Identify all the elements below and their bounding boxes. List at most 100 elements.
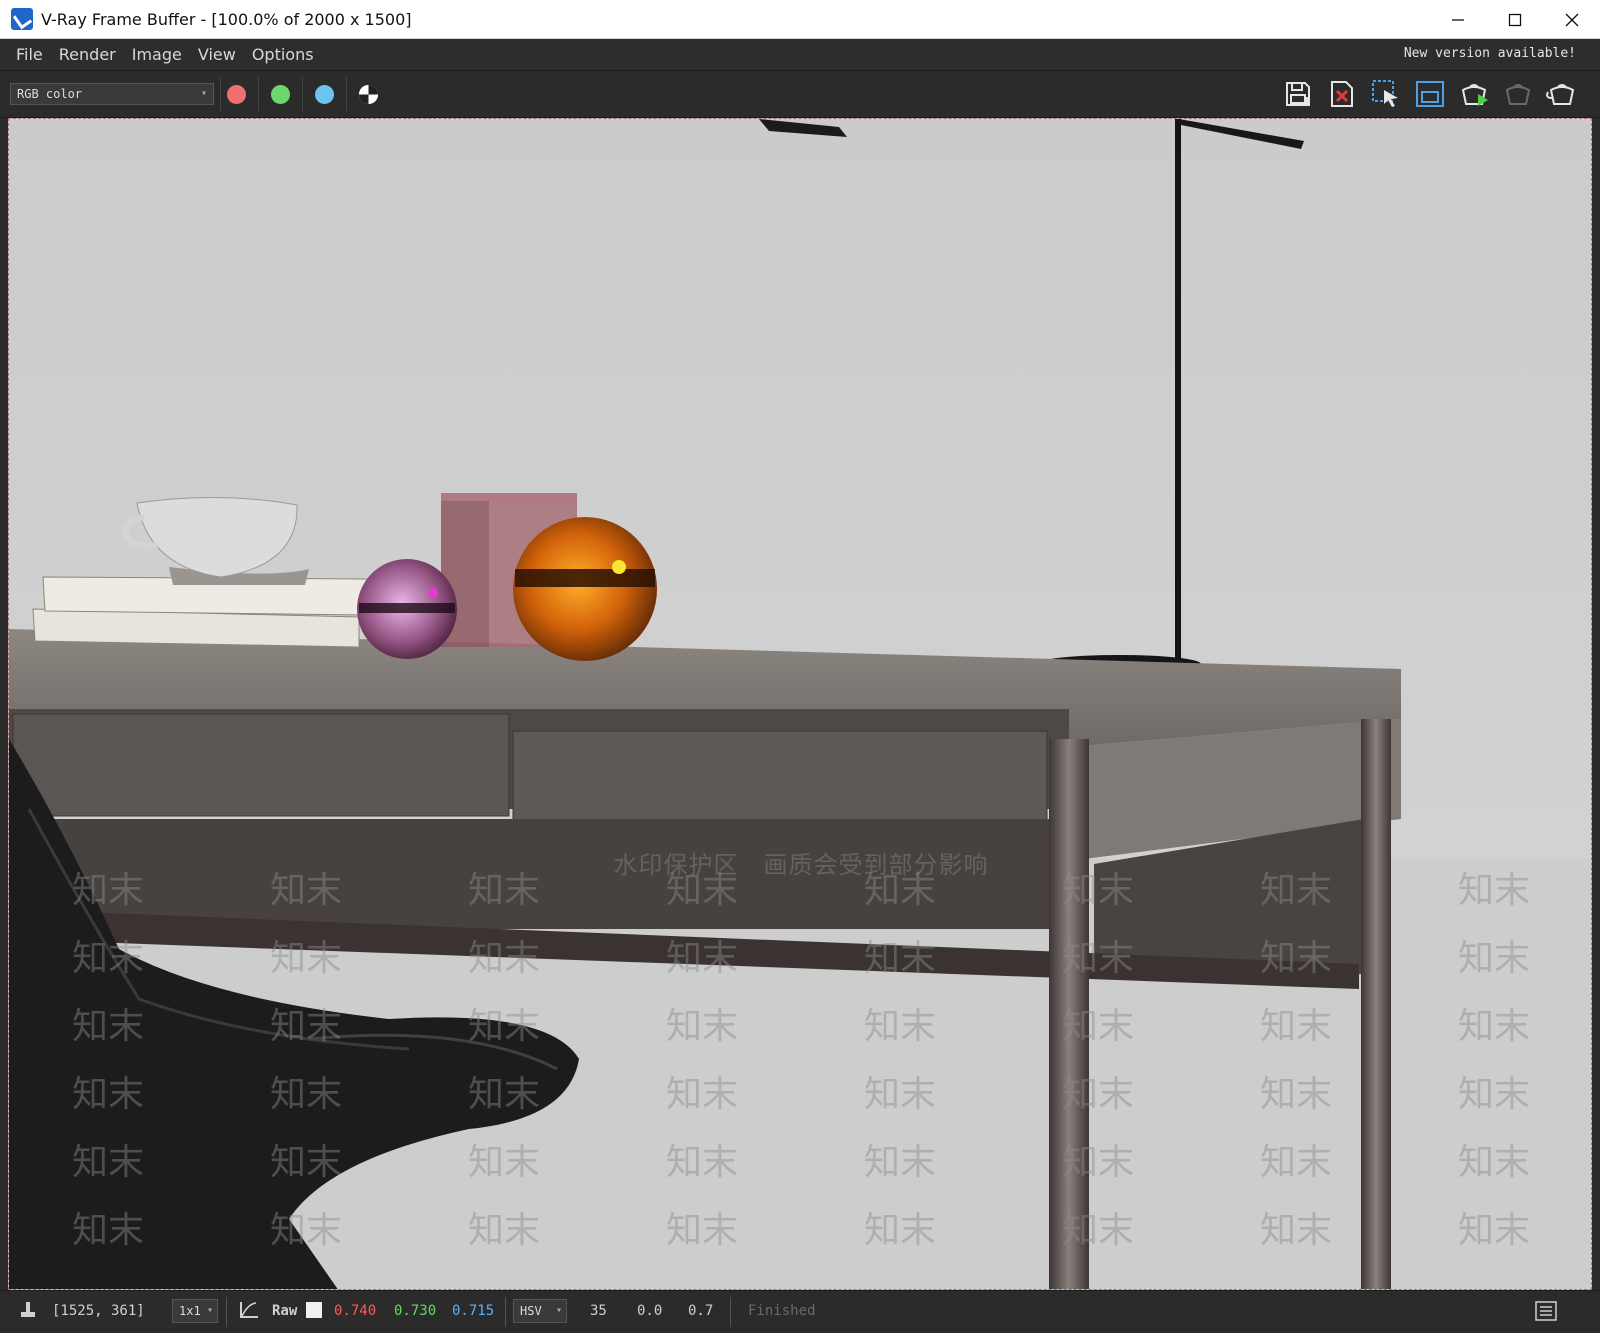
menu-bar: File Render Image View Options New versi…	[0, 39, 1600, 71]
watermark-text: 知末	[467, 938, 540, 979]
watermark-text: 知末	[1259, 1074, 1332, 1115]
watermark-text: 知末	[1457, 938, 1530, 979]
blue-value: 0.715	[452, 1303, 495, 1319]
chevron-down-icon: ▾	[555, 1305, 562, 1316]
watermark-text: 知末	[1259, 1210, 1332, 1251]
color-mode-label: Raw	[272, 1303, 298, 1319]
watermark-text: 知末	[1061, 938, 1134, 979]
watermark-text: 知末	[863, 1210, 936, 1251]
watermark-text: 知末	[1061, 870, 1134, 911]
watermark-text: 知末	[1457, 1074, 1530, 1115]
watermark-text: 知末	[863, 938, 936, 979]
watermark-text: 知末	[665, 938, 738, 979]
watermark-text: 知末	[71, 938, 144, 979]
watermark-text: 知末	[1259, 1006, 1332, 1047]
watermark-text: 知末	[269, 1210, 342, 1251]
watermark-text: 知末	[467, 1074, 540, 1115]
cursor-coordinates: [1525, 361]	[52, 1303, 145, 1319]
status-bar: [1525, 361] 1x1 ▾ Raw 0.740 0.730 0.715 …	[0, 1290, 1600, 1333]
zoom-select-value: 1x1	[179, 1304, 201, 1318]
menu-options[interactable]: Options	[252, 45, 314, 64]
zoom-select[interactable]: 1x1 ▾	[172, 1299, 218, 1323]
watermark-text: 知末	[1061, 1210, 1134, 1251]
watermark-text: 知末	[269, 870, 342, 911]
watermark-text: 知末	[269, 1142, 342, 1183]
watermark-row: 知末 知末 知末 知末 知末 知末 知末 知末	[9, 861, 1591, 913]
watermark-text: 知末	[863, 1142, 936, 1183]
watermark-text: 知末	[71, 1006, 144, 1047]
toolbar: RGB color ▾	[0, 71, 1600, 118]
new-version-link[interactable]: New version available!	[1404, 46, 1576, 61]
watermark-text: 知末	[1259, 1142, 1332, 1183]
watermark-text: 知末	[863, 870, 936, 911]
watermark-text: 知末	[1457, 1210, 1530, 1251]
chevron-down-icon: ▾	[200, 88, 207, 99]
lock-cursor-icon[interactable]	[18, 1300, 38, 1324]
status-separator	[226, 1297, 227, 1327]
curve-icon[interactable]	[238, 1300, 260, 1324]
toolbar-separator	[258, 77, 259, 111]
saturation-value: 0.0	[637, 1303, 663, 1319]
menu-file[interactable]: File	[16, 45, 43, 64]
render-viewport[interactable]: 水印保护区 画质会受到部分影响 知末 知末 知末 知末 知末 知末 知末 知末 …	[8, 118, 1592, 1290]
watermark-text: 知末	[1457, 1006, 1530, 1047]
watermark-row: 知末 知末 知末 知末 知末 知末 知末 知末	[9, 997, 1591, 1049]
watermark-text: 知末	[467, 1142, 540, 1183]
watermark-text: 知末	[467, 1006, 540, 1047]
close-icon[interactable]	[1543, 0, 1600, 39]
region-render-icon[interactable]	[1412, 77, 1448, 111]
watermark-row: 知末 知末 知末 知末 知末 知末 知末 知末	[9, 1201, 1591, 1253]
maximize-icon[interactable]	[1486, 0, 1543, 39]
watermark-row: 知末 知末 知末 知末 知末 知末 知末 知末	[9, 1065, 1591, 1117]
vray-logo-icon	[11, 8, 33, 30]
blue-channel-button[interactable]	[315, 85, 334, 104]
watermark-text: 知末	[1259, 870, 1332, 911]
watermark-text: 知末	[665, 1006, 738, 1047]
watermark-row: 知末 知末 知末 知末 知末 知末 知末 知末	[9, 1133, 1591, 1185]
channel-select[interactable]: RGB color ▾	[10, 83, 214, 105]
watermark-text: 知末	[1457, 1142, 1530, 1183]
watermark-text: 知末	[269, 938, 342, 979]
green-value: 0.730	[394, 1303, 437, 1319]
window-controls	[1429, 0, 1600, 39]
watermark-text: 知末	[1259, 938, 1332, 979]
watermark-text: 知末	[71, 870, 144, 911]
watermark-text: 知末	[71, 1074, 144, 1115]
watermark-text: 知末	[1457, 870, 1530, 911]
watermark-row: 知末 知末 知末 知末 知末 知末 知末 知末	[9, 929, 1591, 981]
render-last-icon[interactable]	[1500, 77, 1536, 111]
watermark-text: 知末	[665, 1210, 738, 1251]
value-value: 0.7	[688, 1303, 714, 1319]
track-mouse-icon[interactable]	[1368, 77, 1404, 111]
toolbar-separator	[220, 77, 221, 111]
watermark-text: 知末	[467, 870, 540, 911]
toolbar-separator	[302, 77, 303, 111]
status-separator	[505, 1297, 506, 1327]
render-status: Finished	[748, 1303, 816, 1319]
alpha-channel-icon[interactable]	[359, 85, 378, 104]
window-title: V-Ray Frame Buffer - [100.0% of 2000 x 1…	[41, 9, 412, 29]
render-interactive-icon[interactable]	[1456, 77, 1492, 111]
watermark-text: 知末	[665, 870, 738, 911]
minimize-icon[interactable]	[1429, 0, 1486, 39]
watermark-text: 知末	[269, 1074, 342, 1115]
watermark-text: 知末	[665, 1074, 738, 1115]
chevron-down-icon: ▾	[206, 1305, 213, 1316]
clear-image-icon[interactable]	[1324, 77, 1360, 111]
hue-value: 35	[590, 1303, 607, 1319]
menu-view[interactable]: View	[198, 45, 236, 64]
menu-render[interactable]: Render	[59, 45, 116, 64]
save-image-icon[interactable]	[1280, 77, 1316, 111]
color-space-value: HSV	[520, 1304, 542, 1318]
watermark-text: 知末	[863, 1074, 936, 1115]
color-swatch	[306, 1302, 322, 1318]
menu-image[interactable]: Image	[132, 45, 182, 64]
watermark-text: 知末	[71, 1142, 144, 1183]
history-panel-icon[interactable]	[1534, 1300, 1558, 1326]
watermark-text: 知末	[1061, 1074, 1134, 1115]
green-channel-button[interactable]	[271, 85, 290, 104]
red-channel-button[interactable]	[227, 85, 246, 104]
render-icon[interactable]	[1544, 77, 1580, 111]
red-value: 0.740	[334, 1303, 377, 1319]
color-space-select[interactable]: HSV ▾	[513, 1299, 567, 1323]
